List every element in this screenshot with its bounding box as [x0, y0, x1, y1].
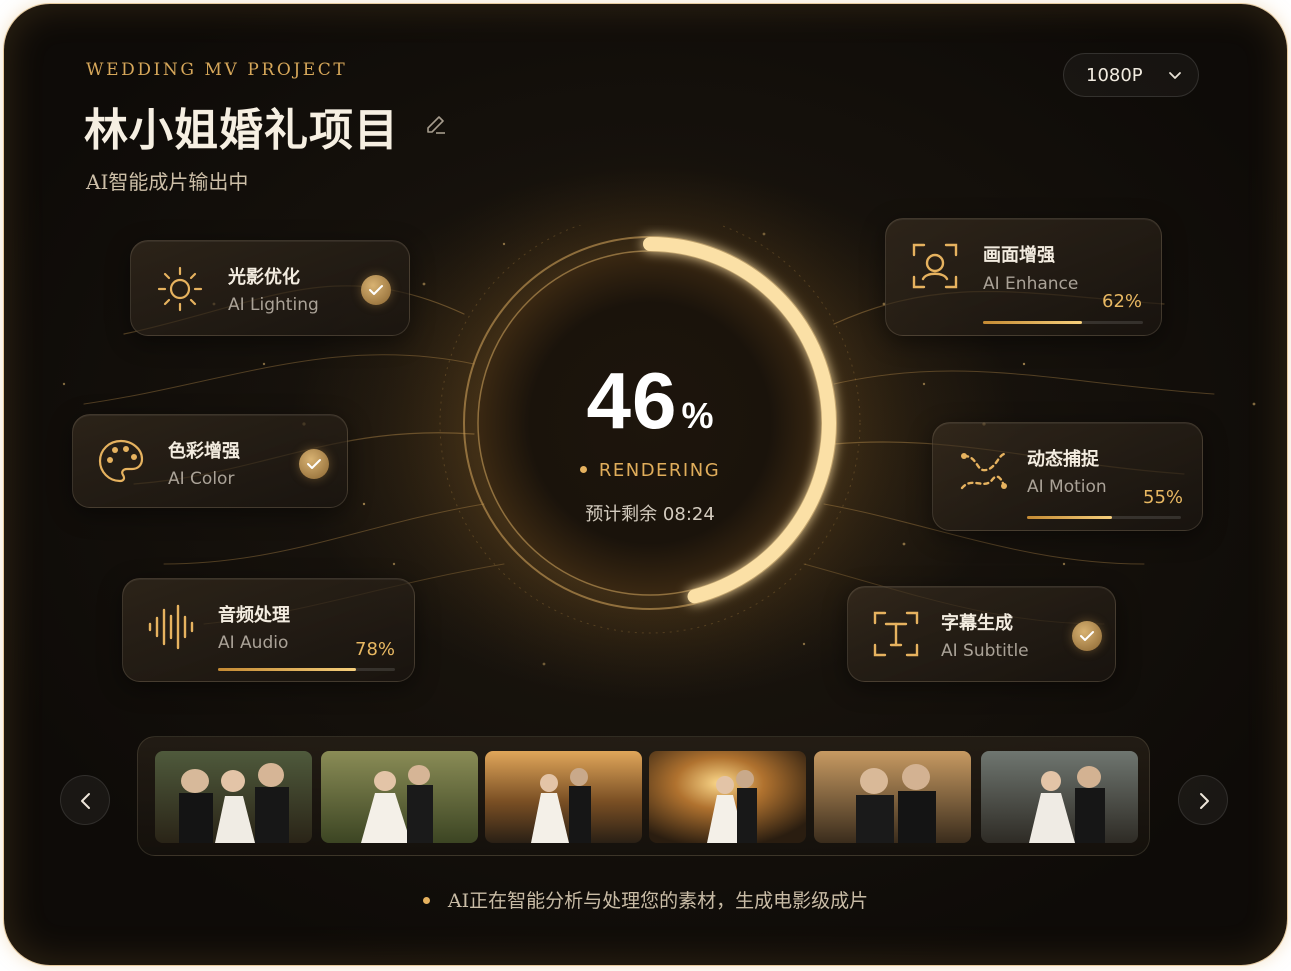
percent-sign: %: [681, 395, 714, 436]
task-progress-track: [218, 668, 395, 671]
chevron-right-icon: [1200, 793, 1209, 809]
wedding-frame-thumbnail[interactable]: [814, 751, 971, 843]
footer-message: AI正在智能分析与处理您的素材，生成电影级成片: [447, 890, 869, 912]
check-icon: [299, 449, 329, 479]
project-title: 林小姐婚礼项目: [84, 105, 399, 156]
face-scan-icon: [912, 243, 958, 289]
wedding-frame-thumbnail[interactable]: [649, 751, 806, 843]
pencil-icon[interactable]: [424, 112, 448, 136]
wedding-frame-thumbnail[interactable]: [155, 751, 312, 843]
task-card-color[interactable]: 色彩增强 AI Color: [72, 414, 348, 508]
status-dot: [579, 465, 587, 473]
footer-dot: [422, 897, 430, 904]
status-footer: AI正在智能分析与处理您的素材，生成电影级成片: [0, 886, 1291, 913]
task-title: 音频处理: [218, 605, 290, 626]
wedding-frame-thumbnail[interactable]: [321, 751, 478, 843]
task-title: 色彩增强: [168, 441, 240, 462]
filmstrip-prev-button[interactable]: [60, 775, 110, 825]
task-percent: 78%: [355, 639, 396, 660]
task-percent: 62%: [1102, 291, 1143, 312]
task-card-enhance[interactable]: 画面增强 AI Enhance 62%: [885, 218, 1162, 336]
task-subtitle: AI Lighting: [228, 295, 319, 315]
check-icon: [1072, 621, 1102, 651]
text-frame-icon: [873, 611, 919, 657]
render-status: RENDERING: [500, 460, 800, 481]
task-title: 画面增强: [983, 245, 1055, 266]
task-subtitle: AI Subtitle: [941, 641, 1029, 661]
wedding-frame-thumbnail[interactable]: [485, 751, 642, 843]
task-subtitle: AI Motion: [1027, 477, 1107, 497]
sun-icon: [157, 266, 203, 312]
progress-percent: 46%: [500, 355, 800, 447]
resolution-select[interactable]: 1080P: [1063, 53, 1199, 97]
chevron-down-icon: [1168, 72, 1181, 79]
task-percent: 55%: [1143, 487, 1184, 508]
task-progress-track: [983, 321, 1143, 324]
progress-number: 46: [586, 356, 678, 445]
task-subtitle: AI Color: [168, 469, 235, 489]
palette-icon: [98, 439, 144, 483]
task-progress-fill: [1027, 516, 1112, 519]
filmstrip-next-button[interactable]: [1178, 775, 1228, 825]
eta-label: 预计剩余 08:24: [585, 504, 715, 525]
chevron-left-icon: [81, 793, 90, 809]
task-progress-fill: [983, 321, 1083, 324]
resolution-value: 1080P: [1086, 64, 1143, 86]
status-label: RENDERING: [598, 460, 721, 481]
task-title: 字幕生成: [941, 613, 1013, 634]
waveform-icon: [148, 604, 194, 650]
task-subtitle: AI Audio: [218, 633, 289, 653]
project-eyebrow: WEDDING MV PROJECT: [86, 60, 348, 80]
motion-path-icon: [960, 452, 1007, 490]
task-card-lighting[interactable]: 光影优化 AI Lighting: [130, 240, 410, 336]
project-subtitle: AI智能成片输出中: [86, 170, 249, 194]
task-card-audio[interactable]: 音频处理 AI Audio 78%: [122, 578, 415, 682]
task-title: 动态捕捉: [1027, 449, 1099, 470]
check-icon: [361, 275, 391, 305]
task-card-motion[interactable]: 动态捕捉 AI Motion 55%: [932, 422, 1203, 531]
task-subtitle: AI Enhance: [983, 274, 1079, 294]
task-progress-fill: [218, 668, 357, 671]
wedding-frame-thumbnail[interactable]: [981, 751, 1138, 843]
task-progress-track: [1027, 516, 1181, 519]
filmstrip: [137, 736, 1150, 856]
task-card-subtitle[interactable]: 字幕生成 AI Subtitle: [847, 586, 1116, 682]
task-title: 光影优化: [228, 267, 300, 288]
